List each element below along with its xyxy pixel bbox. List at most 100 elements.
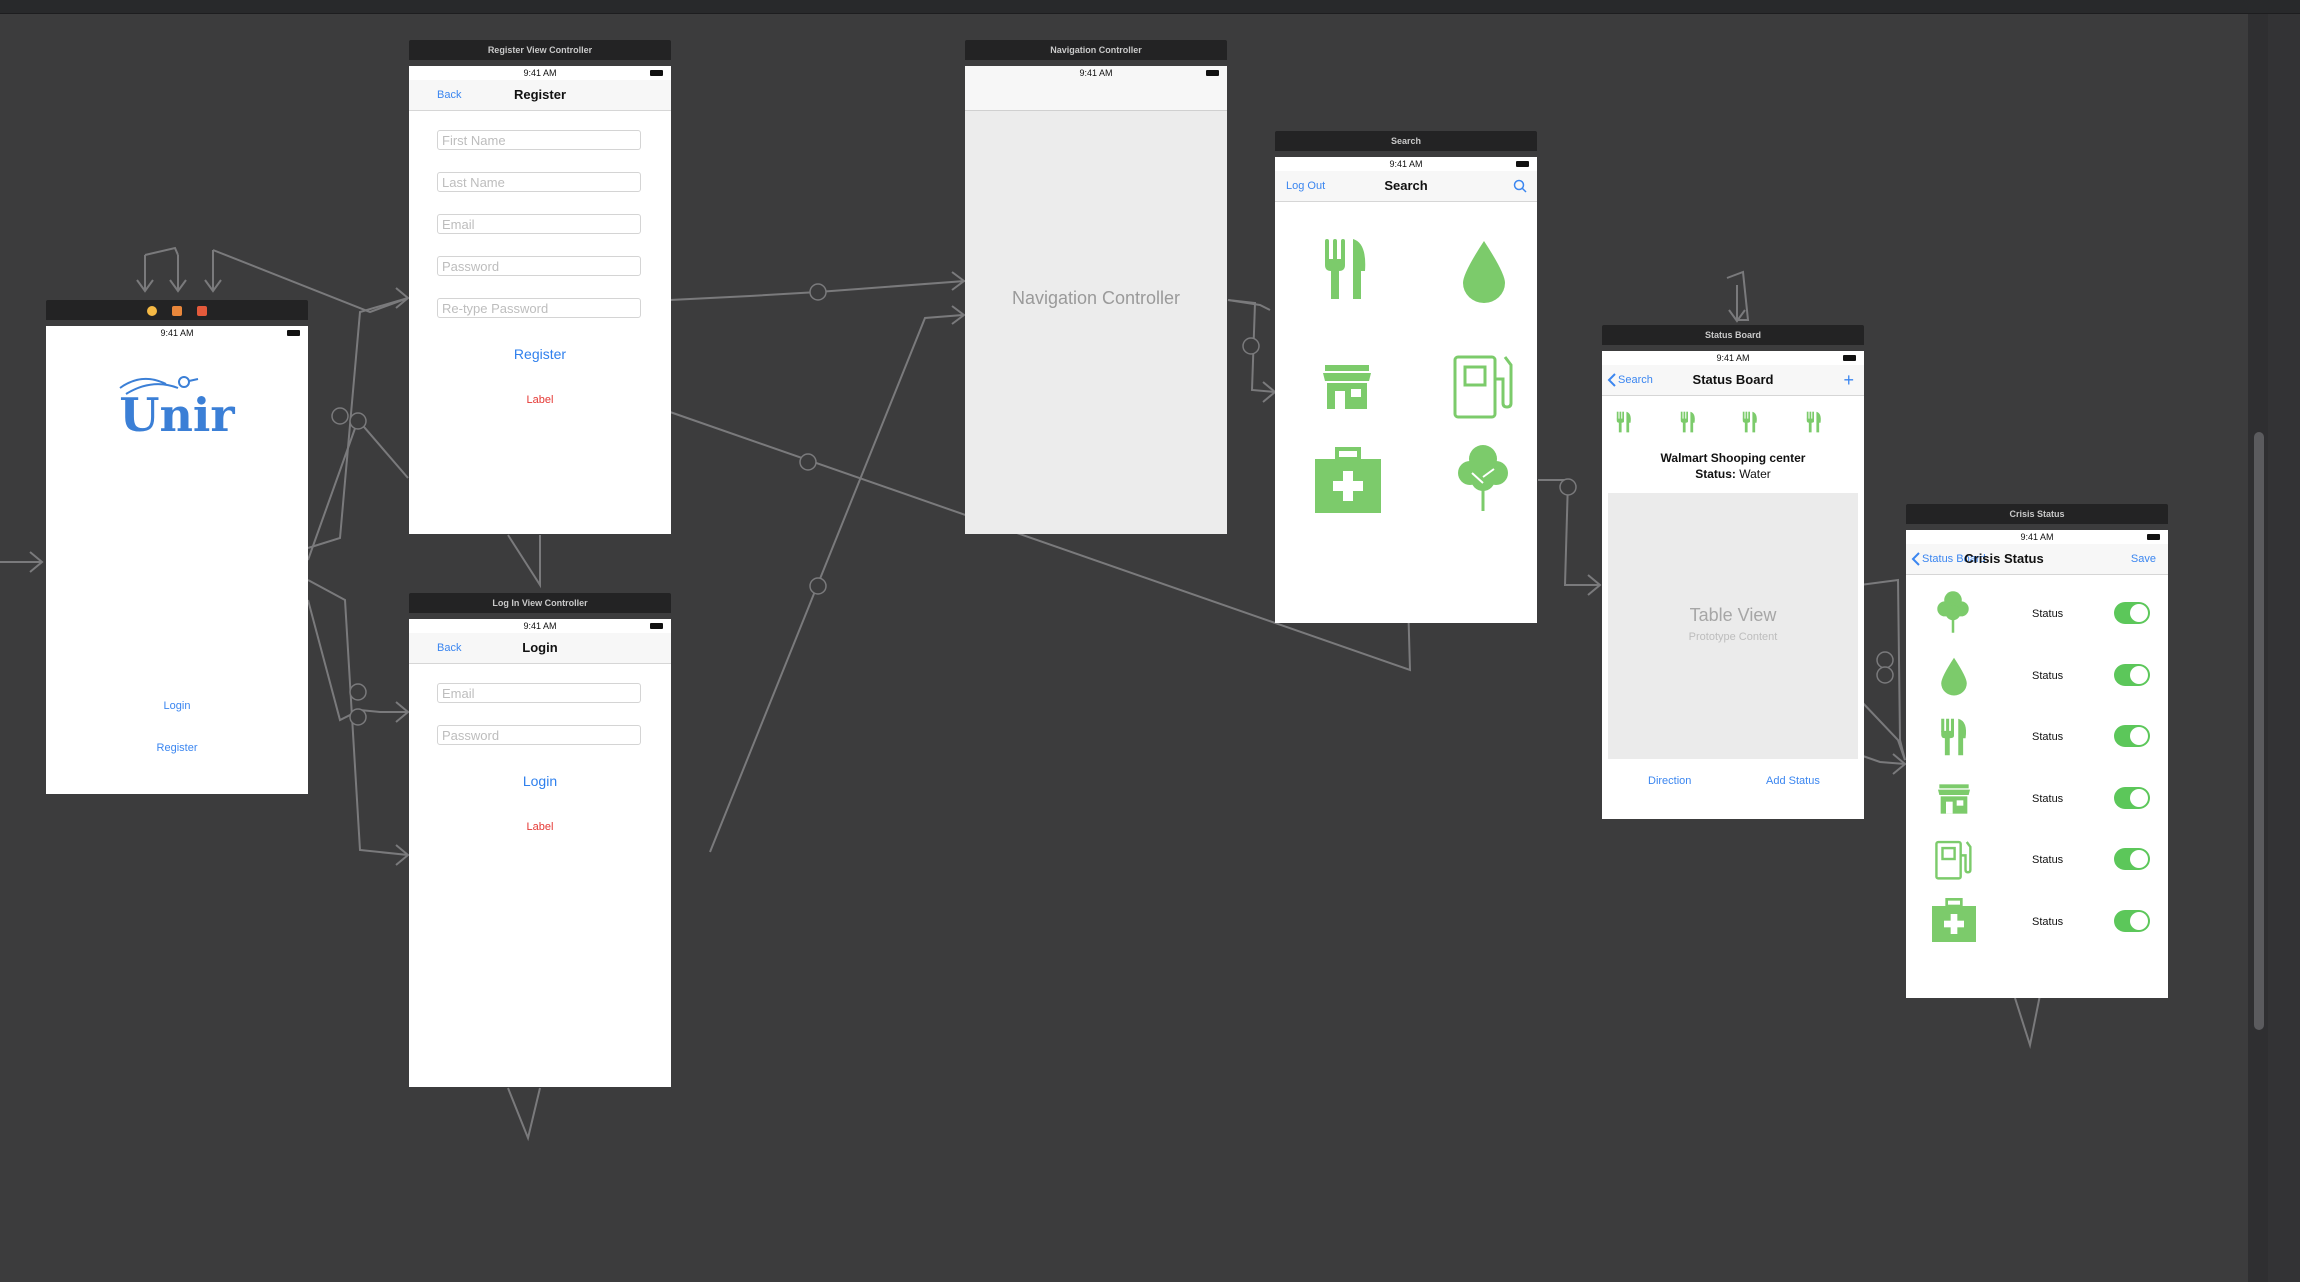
battery-icon: [287, 330, 300, 336]
login-screen: 9:41 AM Back Login Email Password Login …: [409, 619, 671, 1087]
add-status-button[interactable]: Add Status: [1766, 775, 1820, 787]
fork-knife-icon[interactable]: [1323, 237, 1369, 301]
save-button[interactable]: Save: [2131, 544, 2156, 574]
status-label: Status: [2032, 608, 2064, 620]
status-label: Status:: [1695, 467, 1736, 481]
scene-dock: [46, 300, 308, 320]
status-row: Status: [1906, 892, 2168, 952]
table-view-title: Table View: [1689, 605, 1777, 625]
battery-icon: [650, 623, 663, 629]
navigation-bar: Search Status Board +: [1602, 365, 1864, 396]
error-label: Label: [526, 394, 554, 406]
status-toggle[interactable]: [2114, 725, 2150, 747]
last-name-field[interactable]: Last Name: [437, 172, 641, 192]
first-name-field[interactable]: First Name: [437, 130, 641, 150]
status-time: 9:41 AM: [1079, 68, 1113, 78]
scene-login: Log In View Controller 9:41 AM Back Logi…: [409, 593, 671, 1087]
register-link[interactable]: Register: [46, 742, 308, 754]
status-bar: 9:41 AM: [409, 619, 671, 633]
register-screen: 9:41 AM Back Register First Name Last Na…: [409, 66, 671, 534]
status-label: Status: [2032, 670, 2064, 682]
first-responder-icon: [147, 305, 158, 316]
status-line: Status: Water: [1602, 467, 1864, 481]
nav-title: Search: [1384, 178, 1428, 193]
scene-title: Search: [1275, 131, 1537, 151]
scrollbar-thumb[interactable]: [2254, 432, 2264, 1030]
password-field[interactable]: Password: [437, 256, 641, 276]
status-time: 9:41 AM: [160, 328, 194, 338]
status-bar: 9:41 AM: [1602, 351, 1864, 365]
battery-icon: [1843, 355, 1856, 361]
status-toggle[interactable]: [2114, 848, 2150, 870]
scene-search: Search 9:41 AM Log Out Search: [1275, 131, 1537, 623]
root-screen: 9:41 AM Unir Login Register: [46, 326, 308, 794]
status-toggle[interactable]: [2114, 910, 2150, 932]
scene-navigation-controller: Navigation Controller 9:41 AM Navigation…: [965, 40, 1227, 534]
place-name: Walmart Shooping center: [1660, 451, 1806, 465]
status-row: Status: [1906, 707, 2168, 767]
status-bar: 9:41 AM: [1275, 157, 1537, 171]
table-view[interactable]: Table View Prototype Content: [1608, 493, 1858, 759]
status-row: Status: [1906, 584, 2168, 644]
navigation-bar: Status Board Crisis Status Save: [1906, 544, 2168, 575]
nav-title: Crisis Status: [1964, 551, 2044, 566]
navigation-screen: 9:41 AM Navigation Controller: [965, 66, 1227, 534]
fork-knife-icon: [1616, 411, 1631, 433]
status-time: 9:41 AM: [1716, 353, 1750, 363]
status-time: 9:41 AM: [523, 621, 557, 631]
chevron-left-icon[interactable]: [1911, 552, 1920, 566]
status-bar: 9:41 AM: [46, 326, 308, 340]
register-button[interactable]: Register: [409, 346, 671, 362]
status-board-screen: 9:41 AM Search Status Board + Walmart Sh…: [1602, 351, 1864, 819]
gas-pump-icon: [1935, 840, 1972, 880]
search-screen: 9:41 AM Log Out Search: [1275, 157, 1537, 623]
status-time: 9:41 AM: [2020, 532, 2054, 542]
view-controller-icon: [172, 305, 182, 316]
scene-title: Log In View Controller: [409, 593, 671, 613]
scene-title: Register View Controller: [409, 40, 671, 60]
navigation-bar: Back Login: [409, 633, 671, 664]
password-field[interactable]: Password: [437, 725, 641, 745]
status-label: Status: [2032, 854, 2064, 866]
login-button[interactable]: Login: [409, 773, 671, 789]
status-label: Status: [2032, 916, 2064, 928]
water-drop-icon[interactable]: [1461, 239, 1507, 303]
right-panel: [2268, 14, 2300, 1282]
status-row: Status: [1906, 646, 2168, 706]
email-field[interactable]: Email: [437, 683, 641, 703]
fork-knife-icon: [1680, 411, 1695, 433]
scene-status-board: Status Board 9:41 AM Search Status Board…: [1602, 325, 1864, 819]
status-toggle[interactable]: [2114, 664, 2150, 686]
search-icon[interactable]: [1513, 179, 1527, 193]
battery-icon: [650, 70, 663, 76]
battery-icon: [1206, 70, 1219, 76]
status-toggle[interactable]: [2114, 787, 2150, 809]
status-toggle[interactable]: [2114, 602, 2150, 624]
login-link[interactable]: Login: [46, 700, 308, 712]
add-button[interactable]: +: [1843, 365, 1854, 395]
app-logo: Unir: [119, 388, 235, 442]
navigation-bar: Back Register: [409, 80, 671, 111]
status-time: 9:41 AM: [1389, 159, 1423, 169]
status-bar: 9:41 AM: [965, 66, 1227, 80]
status-label: Status: [2032, 793, 2064, 805]
navigation-bar: [965, 80, 1227, 111]
tree-icon[interactable]: [1458, 443, 1508, 513]
fork-knife-icon: [1742, 411, 1757, 433]
nav-title: Status Board: [1692, 372, 1774, 387]
retype-password-field[interactable]: Re-type Password: [437, 298, 641, 318]
placeholder-text: Navigation Controller: [1011, 288, 1181, 308]
direction-button[interactable]: Direction: [1648, 775, 1691, 787]
nav-title: Register: [513, 87, 567, 102]
gas-pump-icon[interactable]: [1451, 349, 1517, 421]
email-field[interactable]: Email: [437, 214, 641, 234]
scene-title: Status Board: [1602, 325, 1864, 345]
error-label: Label: [526, 821, 554, 833]
tree-icon: [1937, 591, 1969, 633]
scene-title: Crisis Status: [1906, 504, 2168, 524]
first-aid-icon[interactable]: [1315, 447, 1381, 513]
store-icon[interactable]: [1321, 363, 1373, 411]
exit-icon: [196, 305, 207, 316]
status-bar: 9:41 AM: [409, 66, 671, 80]
scene-root: 9:41 AM Unir Login Register: [46, 300, 308, 794]
